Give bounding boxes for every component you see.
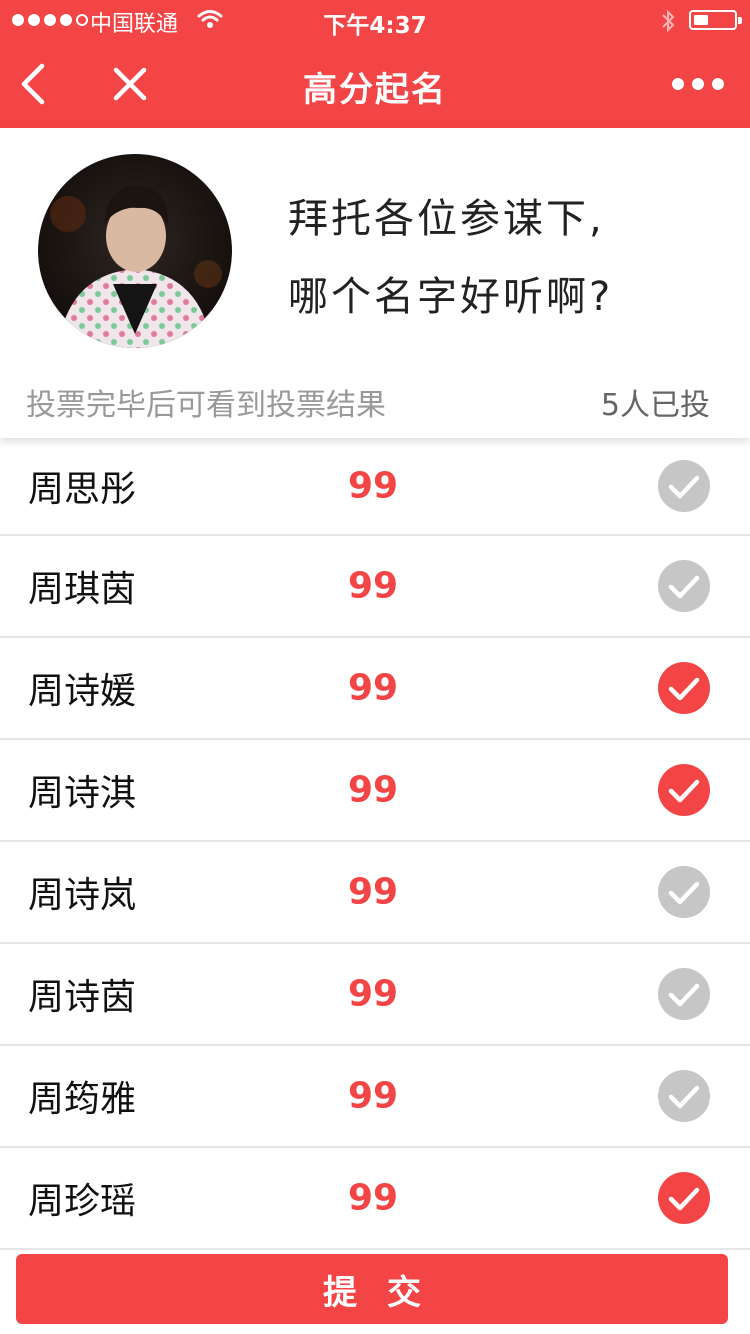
candidate-name: 周诗淇 — [28, 773, 137, 814]
poll-question-line2: 哪个名字好听啊? — [288, 274, 614, 320]
candidate-score: 99 — [348, 465, 399, 507]
poll-question: 拜托各位参谋下, 哪个名字好听啊? — [288, 180, 728, 336]
check-icon[interactable] — [658, 460, 710, 512]
candidate-score: 99 — [348, 1177, 399, 1219]
candidate-name: 周思彤 — [28, 469, 137, 510]
poll-question-line1: 拜托各位参谋下, — [288, 196, 605, 242]
list-item[interactable]: 周诗淇 99 — [0, 740, 750, 842]
page-title: 高分起名 — [303, 70, 447, 110]
candidate-score: 99 — [348, 565, 399, 607]
avatar — [38, 154, 232, 348]
list-item[interactable]: 周珍瑶 99 — [0, 1148, 750, 1250]
candidate-name: 周诗媛 — [28, 671, 137, 712]
list-item[interactable]: 周思彤 99 — [0, 438, 750, 536]
candidate-score: 99 — [348, 769, 399, 811]
battery-icon — [689, 10, 742, 30]
poll-header-card: 拜托各位参谋下, 哪个名字好听啊? 投票完毕后可看到投票结果 5人已投 — [0, 128, 750, 438]
list-item[interactable]: 周诗媛 99 — [0, 638, 750, 740]
more-dots-icon — [672, 78, 684, 90]
list-item[interactable]: 周诗岚 99 — [0, 842, 750, 944]
check-icon[interactable] — [658, 866, 710, 918]
candidate-name: 周珍瑶 — [28, 1181, 137, 1222]
vote-count: 5人已投 — [600, 388, 710, 423]
check-icon[interactable] — [658, 968, 710, 1020]
clock: 下午4:37 — [323, 13, 427, 39]
check-icon[interactable] — [658, 1172, 710, 1224]
more-button[interactable] — [672, 72, 726, 96]
candidate-list: 周思彤 99 周琪茵 99 周诗媛 99 周诗淇 99 周诗岚 99 周诗茵 9… — [0, 438, 750, 1250]
candidate-score: 99 — [348, 667, 399, 709]
candidate-name: 周诗茵 — [28, 977, 137, 1018]
submit-button[interactable]: 提交 — [16, 1254, 728, 1324]
check-icon[interactable] — [658, 764, 710, 816]
candidate-score: 99 — [348, 973, 399, 1015]
check-icon[interactable] — [658, 662, 710, 714]
check-icon[interactable] — [658, 560, 710, 612]
list-item[interactable]: 周诗茵 99 — [0, 944, 750, 1046]
candidate-name: 周琪茵 — [28, 569, 137, 610]
candidate-name: 周筠雅 — [28, 1079, 137, 1120]
bluetooth-icon — [660, 8, 676, 40]
status-bar: 中国联通 下午4:37 — [0, 0, 750, 40]
top-header: 中国联通 下午4:37 高分起名 — [0, 0, 750, 128]
candidate-name: 周诗岚 — [28, 875, 137, 916]
vote-hint: 投票完毕后可看到投票结果 — [26, 388, 386, 423]
candidate-score: 99 — [348, 871, 399, 913]
list-item[interactable]: 周琪茵 99 — [0, 536, 750, 638]
list-item[interactable]: 周筠雅 99 — [0, 1046, 750, 1148]
candidate-score: 99 — [348, 1075, 399, 1117]
check-icon[interactable] — [658, 1070, 710, 1122]
